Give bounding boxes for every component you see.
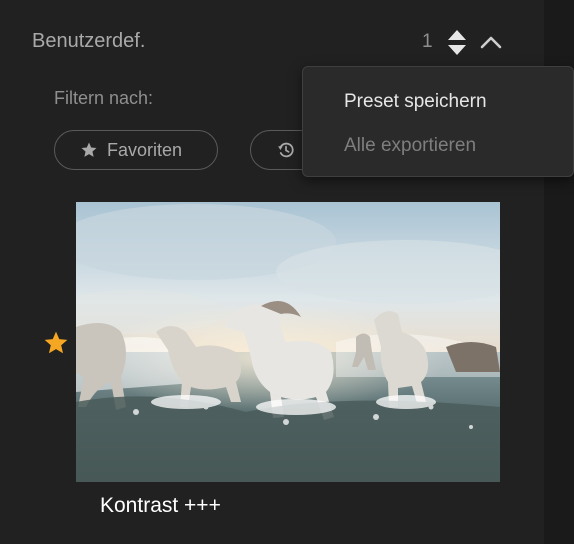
sort-stepper[interactable] [446, 28, 468, 58]
preset-name: Kontrast +++ [100, 494, 221, 517]
favorite-star-icon[interactable] [43, 330, 69, 356]
collapse-button[interactable] [478, 30, 504, 54]
preset-thumbnail[interactable] [76, 202, 500, 482]
up-down-arrows-icon [448, 30, 466, 55]
menu-item-save-preset[interactable]: Preset speichern [344, 91, 487, 113]
filter-label: Filtern nach: [54, 88, 154, 108]
section-title[interactable]: Benutzerdef. [32, 30, 145, 53]
preset-thumbnail-image [76, 202, 500, 482]
star-icon [44, 331, 68, 354]
preset-count: 1 [422, 31, 433, 52]
favorites-filter-label: Favoriten [107, 139, 183, 160]
options-menu: Preset speichern Alle exportieren [302, 66, 574, 177]
history-icon [278, 142, 294, 158]
chevron-up-icon [480, 36, 502, 49]
star-icon [81, 142, 97, 157]
menu-item-export-all[interactable]: Alle exportieren [344, 135, 476, 157]
favorites-filter-button[interactable]: Favoriten [54, 130, 218, 170]
